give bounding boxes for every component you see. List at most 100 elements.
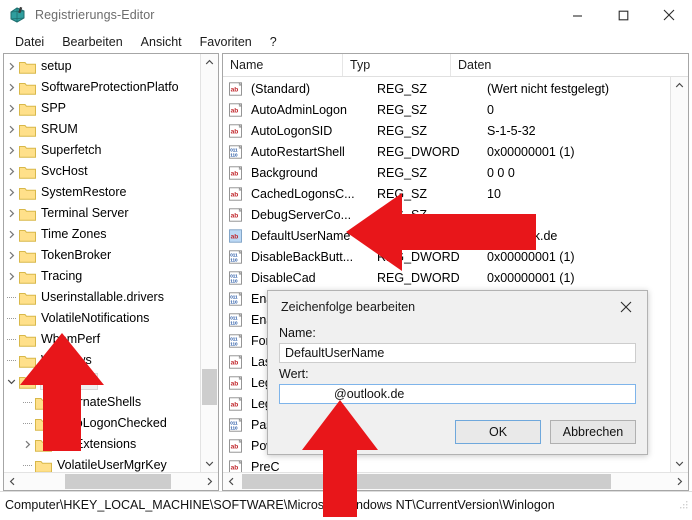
value-field-label: Wert: [279, 367, 309, 381]
tree-item-terminal-server[interactable]: Terminal Server [4, 203, 200, 224]
title-bar: Registrierungs-Editor [0, 0, 692, 31]
cancel-button[interactable]: Abbrechen [550, 420, 636, 444]
chevron-right-icon[interactable] [4, 167, 19, 176]
value-row[interactable]: ab (Standard) REG_SZ (Wert nicht festgelegt… [223, 78, 670, 99]
name-input[interactable]: DefaultUserName [279, 343, 636, 363]
tree-item-label: Terminal Server [41, 206, 129, 220]
tree-vertical-scrollbar[interactable] [200, 54, 218, 472]
tree-item-tracing[interactable]: Tracing [4, 266, 200, 287]
chevron-right-icon[interactable] [4, 251, 19, 260]
tree-item-label: Superfetch [41, 143, 102, 157]
chevron-right-icon[interactable] [4, 230, 19, 239]
folder-icon [19, 102, 36, 116]
chevron-right-icon[interactable] [4, 83, 19, 92]
tree-item-label: VolatileNotifications [41, 311, 150, 325]
svg-text:ab: ab [231, 233, 239, 240]
tree-horizontal-scrollbar[interactable] [4, 472, 218, 490]
tree-scroll-left-icon[interactable] [4, 473, 21, 490]
tree-item-srum[interactable]: SRUM [4, 119, 200, 140]
value-data: (Wert nicht festgelegt) [487, 81, 610, 96]
string-value-icon: ab [228, 207, 245, 222]
chevron-right-icon[interactable] [4, 104, 19, 113]
list-hscroll-thumb[interactable] [242, 474, 611, 489]
tree-hscroll-track[interactable] [21, 473, 201, 490]
tree-item-svchost[interactable]: SvcHost [4, 161, 200, 182]
tree-item-superfetch[interactable]: Superfetch [4, 140, 200, 161]
tree-scroll-down-icon[interactable] [201, 455, 218, 472]
chevron-right-icon[interactable] [4, 209, 19, 218]
value-name: AutoRestartShell [251, 144, 345, 159]
menu-item-bearbeiten[interactable]: Bearbeiten [53, 32, 131, 52]
dword-value-icon: 011 110 [228, 144, 245, 159]
string-value-icon: ab [228, 186, 245, 201]
tree-scroll-thumb[interactable] [202, 369, 217, 405]
list-vertical-scrollbar[interactable] [670, 77, 688, 472]
folder-icon [35, 459, 52, 472]
svg-text:110: 110 [230, 341, 238, 346]
tree-item-userinstallable-drivers[interactable]: Userinstallable.drivers [4, 287, 200, 308]
tree-scroll-right-icon[interactable] [201, 473, 218, 490]
tree-hscroll-thumb[interactable] [65, 474, 171, 489]
chevron-right-icon[interactable] [4, 62, 19, 71]
chevron-right-icon[interactable] [4, 272, 19, 281]
list-scroll-track[interactable] [671, 94, 688, 455]
value-row[interactable]: ab AutoAdminLogon REG_SZ 0 [223, 99, 670, 120]
column-header-data[interactable]: Daten [451, 54, 688, 76]
value-data: 0x00000001 (1) [487, 144, 575, 159]
value-row[interactable]: 011 110 AutoRestartShell REG_DWORD 0x0000000… [223, 141, 670, 162]
tree-item-softwareprotectionplatfo[interactable]: SoftwareProtectionPlatfo [4, 77, 200, 98]
menu-item-datei[interactable]: Datei [6, 32, 53, 52]
list-scroll-up-icon[interactable] [671, 77, 688, 94]
menu-item-hilfe[interactable]: ? [261, 32, 286, 52]
resize-grip-icon[interactable] [677, 499, 689, 511]
svg-text:ab: ab [231, 86, 239, 93]
menu-bar: Datei Bearbeiten Ansicht Favoriten ? [0, 31, 692, 53]
menu-item-favoriten[interactable]: Favoriten [191, 32, 261, 52]
status-bar-path: Computer\HKEY_LOCAL_MACHINE\SOFTWARE\Mic… [5, 497, 555, 512]
tree-item-volatileusermgrkey[interactable]: VolatileUserMgrKey [4, 455, 200, 472]
tree-item-label: Userinstallable.drivers [41, 290, 164, 304]
value-row[interactable]: ab PreC [223, 456, 670, 472]
value-row[interactable]: ab AutoLogonSID REG_SZ S-1-5-32 [223, 120, 670, 141]
svg-text:ab: ab [231, 170, 239, 177]
tree-item-label: SRUM [41, 122, 78, 136]
chevron-down-icon[interactable] [4, 377, 19, 386]
column-header-type[interactable]: Typ [343, 54, 451, 76]
value-type: REG_SZ [377, 165, 428, 180]
tree-item-setup[interactable]: setup [4, 56, 200, 77]
value-type: REG_DWORD [377, 144, 460, 159]
value-row[interactable]: ab Background REG_SZ 0 0 0 [223, 162, 670, 183]
dialog-close-button[interactable] [605, 291, 647, 322]
string-value-icon: ab [228, 396, 245, 411]
svg-text:110: 110 [230, 257, 238, 262]
close-button[interactable] [646, 0, 692, 30]
folder-icon [19, 207, 36, 221]
string-value-icon: ab [228, 102, 245, 117]
tree-item-volatilenotifications[interactable]: VolatileNotifications [4, 308, 200, 329]
tree-scroll-up-icon[interactable] [201, 54, 218, 71]
tree-item-tokenbroker[interactable]: TokenBroker [4, 245, 200, 266]
dword-value-icon: 011 110 [228, 333, 245, 348]
column-header-name[interactable]: Name [223, 54, 343, 76]
minimize-button[interactable] [554, 0, 600, 30]
list-horizontal-scrollbar[interactable] [223, 472, 688, 490]
tree-scroll-track[interactable] [201, 71, 218, 455]
chevron-right-icon[interactable] [4, 146, 19, 155]
string-value-icon: ab [228, 354, 245, 369]
list-scroll-down-icon[interactable] [671, 455, 688, 472]
tree-item-spp[interactable]: SPP [4, 98, 200, 119]
list-scroll-right-icon[interactable] [671, 473, 688, 490]
chevron-right-icon[interactable] [4, 125, 19, 134]
tree-item-time-zones[interactable]: Time Zones [4, 224, 200, 245]
tree-connector [4, 297, 19, 298]
chevron-right-icon[interactable] [4, 188, 19, 197]
svg-text:ab: ab [231, 212, 239, 219]
tree-item-systemrestore[interactable]: SystemRestore [4, 182, 200, 203]
ok-button[interactable]: OK [455, 420, 541, 444]
svg-text:ab: ab [231, 191, 239, 198]
menu-item-ansicht[interactable]: Ansicht [132, 32, 191, 52]
maximize-button[interactable] [600, 0, 646, 30]
svg-text:110: 110 [230, 278, 238, 283]
value-type: REG_SZ [377, 81, 428, 96]
list-scroll-left-icon[interactable] [223, 473, 240, 490]
